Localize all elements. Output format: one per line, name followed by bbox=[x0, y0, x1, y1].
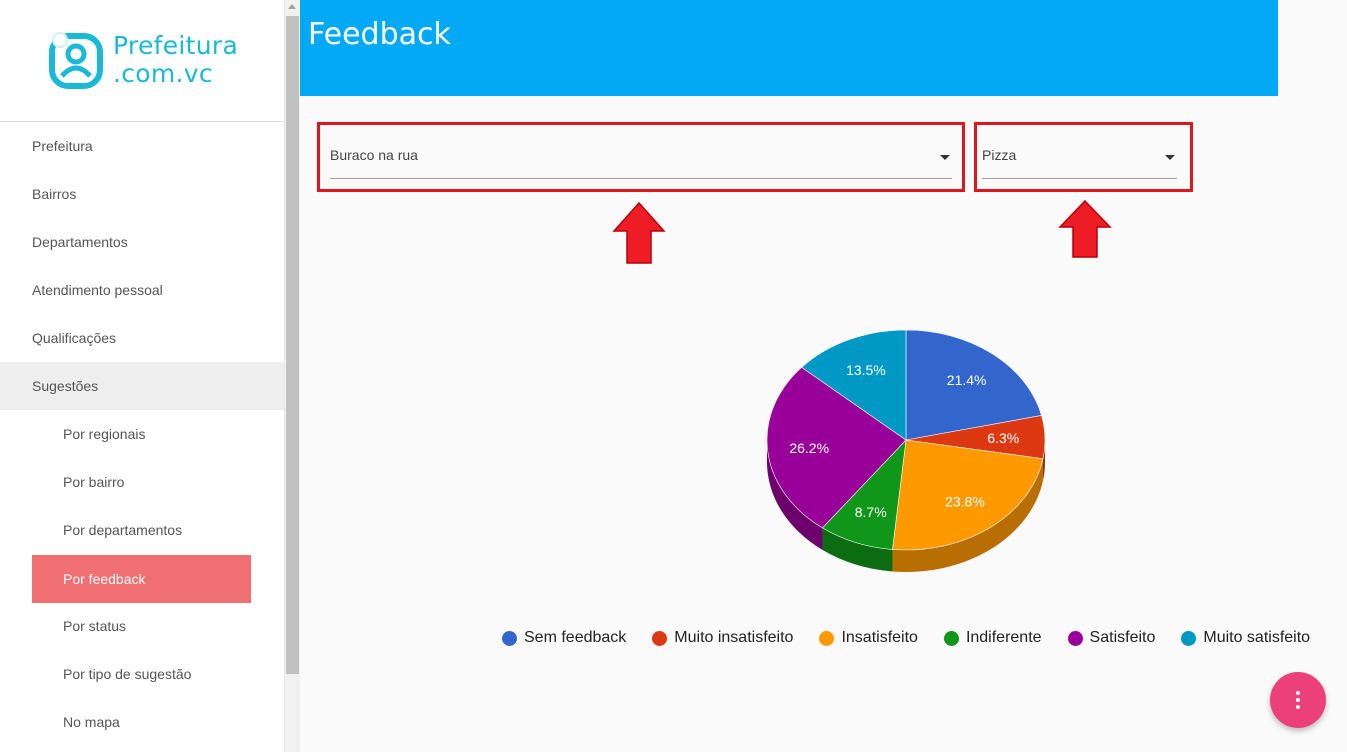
legend-swatch bbox=[502, 630, 517, 646]
sidebar-item-qualificacoes[interactable]: Qualificações bbox=[0, 314, 284, 362]
legend-label: Insatisfeito bbox=[841, 629, 918, 646]
sidebar: Prefeitura .com.vc Prefeitura Bairros De… bbox=[0, 0, 284, 752]
legend-item-satisfeito[interactable]: Satisfeito bbox=[1067, 629, 1156, 647]
sidebar-subitem-por-bairro[interactable]: Por bairro bbox=[0, 458, 284, 506]
logo-line2: .com.vc bbox=[113, 59, 213, 88]
more-vert-icon bbox=[1296, 691, 1300, 695]
legend-item-muito-insatisfeito[interactable]: Muito insatisfeito bbox=[652, 629, 793, 647]
page-title: Feedback bbox=[308, 17, 451, 52]
legend-label: Indiferente bbox=[965, 629, 1042, 646]
more-vert-icon-dot bbox=[1296, 705, 1300, 709]
more-options-button[interactable] bbox=[1270, 672, 1326, 728]
legend-label: Sem feedback bbox=[524, 629, 627, 646]
sidebar-subitem-por-feedback[interactable]: Por feedback bbox=[32, 555, 251, 603]
sidebar-subitem-por-tipo-de-sugestao[interactable]: Por tipo de sugestão bbox=[0, 650, 284, 698]
legend-swatch bbox=[819, 630, 835, 646]
legend-item-sem-feedback[interactable]: Sem feedback bbox=[502, 629, 626, 647]
logo-line1: Prefeitura bbox=[113, 31, 239, 60]
sidebar-item-sugestoes[interactable]: Sugestões bbox=[0, 362, 284, 410]
feedback-pie-chart: 21.4% 6.3% 23.8% 8.7% 26.2% 13.5% bbox=[766, 329, 1046, 572]
legend-swatch bbox=[652, 630, 668, 646]
pie-label-satisfeito: 26.2% bbox=[789, 440, 829, 456]
sidebar-item-departamentos[interactable]: Departamentos bbox=[0, 218, 284, 266]
legend-swatch bbox=[1067, 630, 1083, 646]
page-header: Feedback bbox=[300, 0, 1278, 96]
scroll-up-arrow-icon[interactable] bbox=[288, 4, 296, 9]
sidebar-item-atendimento-pessoal[interactable]: Atendimento pessoal bbox=[0, 266, 284, 314]
pie-label-insatisfeito: 23.8% bbox=[945, 493, 985, 509]
category-select-value: Buraco na rua bbox=[330, 147, 418, 163]
chart-legend: Sem feedback Muito insatisfeito Insatisfei… bbox=[502, 626, 1310, 650]
legend-label: Muito satisfeito bbox=[1203, 629, 1311, 646]
dropdown-caret-icon bbox=[1165, 155, 1175, 160]
legend-swatch bbox=[943, 630, 959, 646]
pie-label-muito-satisfeito: 13.5% bbox=[846, 362, 886, 378]
pie-label-sem-feedback: 21.4% bbox=[947, 372, 987, 388]
pie-label-muito-insatisfeito: 6.3% bbox=[987, 430, 1019, 446]
sidebar-subitem-por-status[interactable]: Por status bbox=[0, 602, 284, 650]
chart-type-select-highlight: Pizza bbox=[974, 122, 1193, 192]
dropdown-caret-icon bbox=[940, 155, 950, 160]
sidebar-scrollbar[interactable] bbox=[284, 0, 300, 752]
legend-item-insatisfeito[interactable]: Insatisfeito bbox=[819, 629, 918, 647]
sidebar-item-prefeitura[interactable]: Prefeitura bbox=[0, 122, 284, 170]
sidebar-subitem-por-departamentos[interactable]: Por departamentos bbox=[0, 506, 284, 554]
more-vert-icon-dot bbox=[1296, 698, 1300, 702]
legend-label: Satisfeito bbox=[1089, 629, 1156, 646]
person-badge-icon bbox=[49, 32, 103, 89]
category-select-highlight: Buraco na rua bbox=[317, 122, 965, 192]
category-select[interactable]: Buraco na rua bbox=[330, 137, 952, 179]
legend-item-indiferente[interactable]: Indiferente bbox=[943, 629, 1042, 647]
logo-text: Prefeitura .com.vc bbox=[113, 32, 238, 88]
legend-label: Muito insatisfeito bbox=[674, 629, 794, 646]
legend-swatch bbox=[1181, 630, 1197, 646]
chart-type-select-value: Pizza bbox=[982, 147, 1017, 163]
chart-type-select[interactable]: Pizza bbox=[982, 137, 1177, 179]
sidebar-item-bairros[interactable]: Bairros bbox=[0, 170, 284, 218]
sidebar-subitem-no-mapa[interactable]: No mapa bbox=[0, 698, 284, 746]
pie-label-indiferente: 8.7% bbox=[855, 504, 887, 520]
legend-item-muito-satisfeito[interactable]: Muito satisfeito bbox=[1181, 629, 1310, 647]
app-logo[interactable]: Prefeitura .com.vc bbox=[0, 0, 284, 122]
sidebar-subitem-por-regionais[interactable]: Por regionais bbox=[0, 410, 284, 458]
scrollbar-thumb[interactable] bbox=[286, 16, 299, 674]
